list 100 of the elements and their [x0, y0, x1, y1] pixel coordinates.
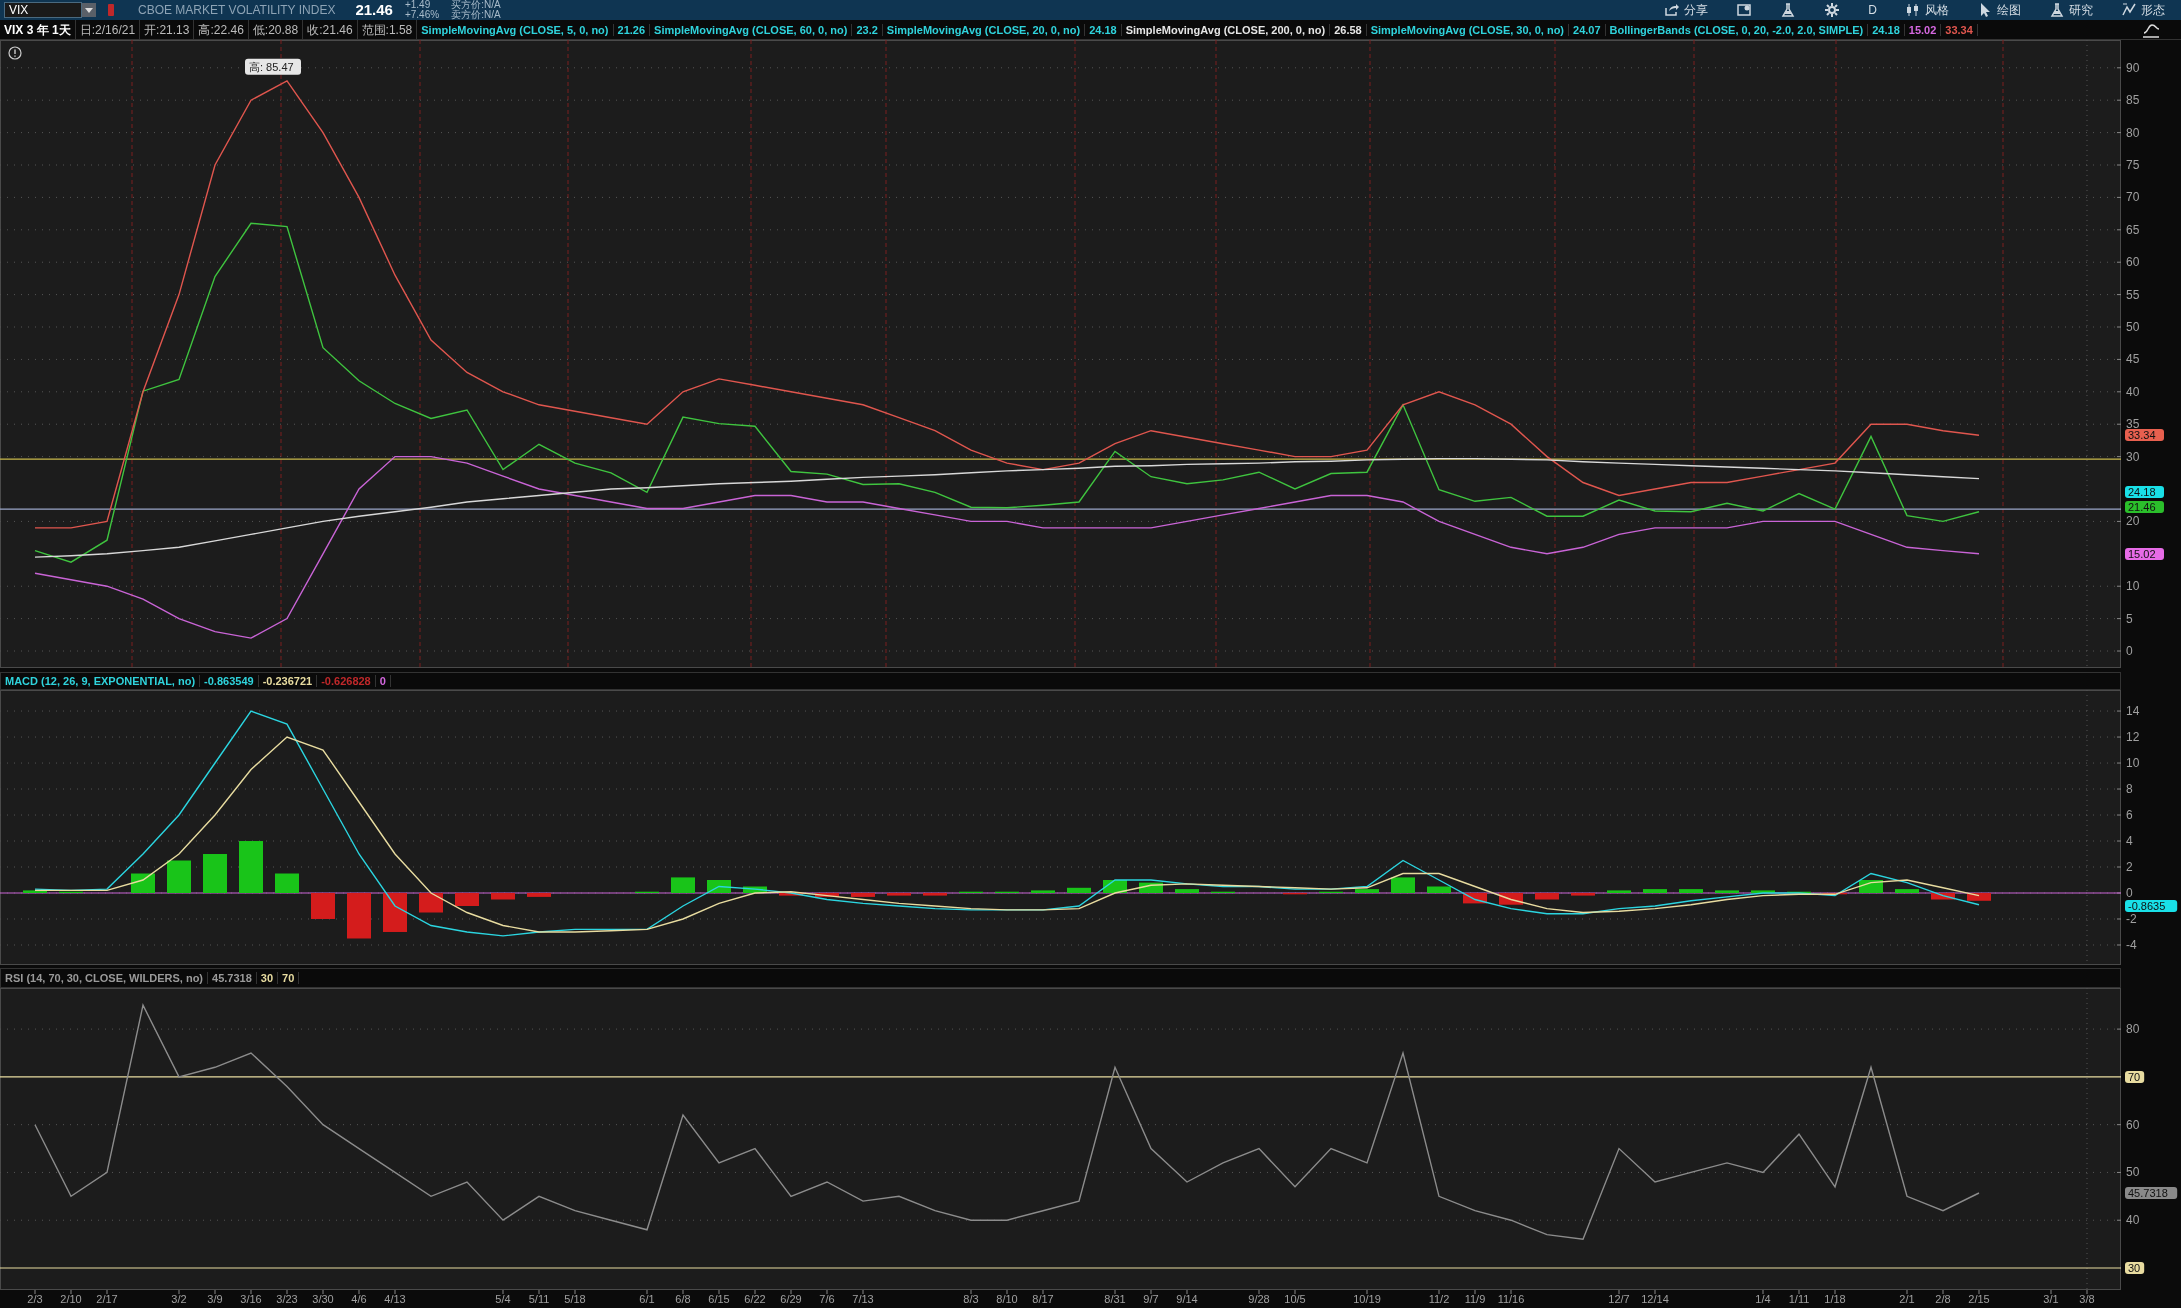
x-axis-label: 10/5	[1284, 1293, 1306, 1305]
study-label: SimpleMovingAvg (CLOSE, 60, 0, no)	[650, 23, 853, 36]
x-axis-label: 3/23	[276, 1293, 298, 1305]
level-tag: 70	[2125, 1070, 2145, 1083]
y-axis-label: 50	[2126, 1165, 2140, 1180]
x-axis-label: 6/29	[780, 1293, 802, 1305]
y-axis-label: 55	[2126, 287, 2140, 302]
quote-field: 范围:1.58	[357, 20, 418, 39]
x-axis-label: 1/18	[1824, 1293, 1846, 1305]
chart-title: VIX 3 年 1天	[0, 20, 76, 39]
x-axis-label: 1/4	[1755, 1293, 1771, 1305]
study-label: 33.34	[1941, 23, 1978, 36]
study-label: SimpleMovingAvg (CLOSE, 30, 0, no)	[1366, 23, 1570, 36]
y-axis-label: 65	[2126, 222, 2140, 237]
x-axis-label: 4/6	[351, 1293, 367, 1305]
x-axis-label: 6/1	[639, 1293, 655, 1305]
x-axis-label: 8/10	[996, 1293, 1018, 1305]
y-axis-label: 35	[2126, 417, 2140, 432]
value-tag: 15.02	[2125, 548, 2164, 560]
x-axis-label: 12/14	[1641, 1293, 1669, 1305]
ref-line-label: 30	[2128, 1262, 2141, 1275]
x-axis-label: 8/17	[1032, 1293, 1054, 1305]
x-axis-label: 2/15	[1968, 1293, 1990, 1305]
x-axis-label: 3/9	[207, 1293, 223, 1305]
study-label: -0.236721	[258, 675, 318, 687]
level-tag: 30	[2125, 1262, 2145, 1274]
x-axis-label: 6/15	[708, 1293, 730, 1305]
study-label: 45.7318	[208, 972, 257, 984]
y-axis-label: -4	[2126, 938, 2137, 952]
net-change: +1.49	[404, 0, 432, 10]
y-axis-label: 40	[2126, 1213, 2140, 1228]
y-axis-label: 0	[2126, 886, 2133, 900]
study-label: 23.2	[852, 23, 883, 36]
study-label: 0	[375, 675, 391, 687]
study-label: -0.863549	[200, 675, 259, 687]
value-tag: 24.18	[2125, 486, 2164, 498]
y-axis-label: 60	[2126, 255, 2140, 270]
value-tag: 45.7318	[2125, 1187, 2178, 1199]
y-axis-label: 5	[2126, 611, 2133, 626]
x-axis-label: 8/3	[963, 1293, 979, 1305]
study-label: SimpleMovingAvg (CLOSE, 200, 0, no)	[1121, 23, 1331, 36]
y-axis-label: 4	[2126, 834, 2133, 848]
x-axis-label: 12/7	[1608, 1293, 1630, 1305]
x-axis-label: 4/13	[384, 1293, 406, 1305]
x-axis-label: 5/4	[495, 1293, 511, 1305]
x-axis-label: 3/8	[2079, 1293, 2095, 1305]
annotation: 高: 85.47	[249, 60, 294, 73]
x-axis-label: 7/13	[852, 1293, 874, 1305]
study-label: 26.58	[1330, 23, 1367, 36]
study-label: -0.626828	[317, 675, 376, 687]
study-label: RSI (14, 70, 30, CLOSE, WILDERS, no)	[1, 972, 209, 984]
study-label: SimpleMovingAvg (CLOSE, 5, 0, no)	[417, 23, 614, 36]
y-axis-label: 10	[2126, 579, 2140, 594]
y-axis-label: 60	[2126, 1117, 2140, 1132]
y-axis-label: 30	[2126, 449, 2140, 464]
x-axis-label: 5/18	[564, 1293, 586, 1305]
y-axis-label: 8	[2126, 782, 2133, 797]
bid-price: 买方价:N/A	[451, 0, 501, 10]
study-label: MACD (12, 26, 9, EXPONENTIAL, no)	[1, 675, 201, 687]
x-axis-label: 3/30	[312, 1293, 334, 1305]
study-label: 15.02	[1904, 23, 1942, 36]
y-axis-label: -2	[2126, 912, 2137, 926]
x-axis-label: 5/11	[528, 1293, 550, 1305]
y-axis-label: 50	[2126, 320, 2140, 334]
y-axis-label: 2	[2126, 860, 2133, 874]
y-axis-label: 14	[2126, 704, 2140, 719]
study-label: 24.18	[1085, 23, 1122, 36]
x-axis-label: 2/17	[96, 1293, 118, 1305]
x-axis-label: 7/6	[819, 1293, 835, 1305]
value-tag: 33.34	[2125, 429, 2164, 441]
quote-field: 日:2/16/21	[75, 20, 141, 39]
ref-line-label: 70	[2128, 1070, 2141, 1083]
study-label: 24.18	[1868, 23, 1905, 36]
x-axis-label: 3/1	[2043, 1293, 2059, 1305]
study-label: 24.07	[1569, 23, 1606, 36]
study-label: 70	[278, 972, 300, 984]
study-label: BollingerBands (CLOSE, 0, 20, -2.0, 2.0, SIMPLE)	[1605, 23, 1869, 36]
y-axis-label: 45	[2126, 352, 2140, 367]
y-axis-label: 90	[2126, 60, 2140, 75]
y-axis-label: 80	[2126, 125, 2140, 140]
x-axis-label: 11/16	[1497, 1293, 1525, 1305]
percent-change: +7.46%	[404, 10, 440, 20]
x-axis-label: 3/16	[240, 1293, 262, 1305]
value-tag: 21.46	[2125, 501, 2164, 513]
x-axis-label: 11/2	[1428, 1293, 1450, 1305]
y-axis-label: 75	[2126, 158, 2140, 172]
study-label: SimpleMovingAvg (CLOSE, 20, 0, no)	[882, 23, 1086, 36]
instrument-name: CBOE MARKET VOLATILITY INDEX	[138, 2, 336, 19]
ask-price: 卖方价:N/A	[451, 10, 501, 20]
y-axis-label: 80	[2126, 1022, 2140, 1037]
x-axis-label: 8/31	[1104, 1293, 1126, 1305]
y-axis-label: 12	[2126, 730, 2140, 745]
x-axis-label: 9/7	[1143, 1293, 1159, 1305]
y-axis-label: 40	[2126, 384, 2140, 399]
quote-field: 收:21.46	[303, 20, 358, 39]
quote-field: 开:21.13	[140, 20, 195, 39]
y-axis-label: 20	[2126, 514, 2140, 529]
x-axis-label: 2/3	[27, 1293, 43, 1305]
y-axis-label: 10	[2126, 756, 2140, 771]
x-axis-label: 1/11	[1788, 1293, 1810, 1305]
